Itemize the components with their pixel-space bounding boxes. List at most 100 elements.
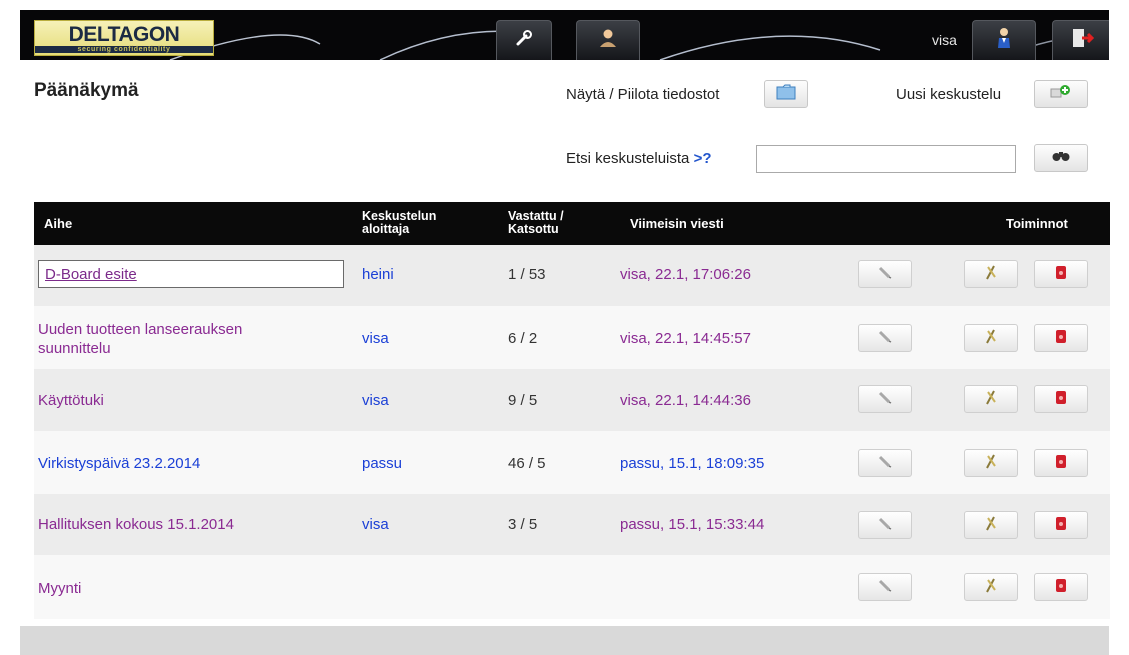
top-navigation-bar: DELTAGON securing confidentiality visa (20, 10, 1109, 60)
column-counts-line2: Katsottu (508, 222, 559, 236)
last-message-link[interactable]: visa, 22.1, 14:44:36 (620, 392, 751, 409)
topic-line1: Uuden tuotteen lanseerauksen (38, 321, 243, 338)
last-message-link[interactable]: passu, 15.1, 15:33:44 (620, 516, 764, 533)
column-counts[interactable]: Vastattu / Katsottu (508, 210, 564, 236)
file-folder-icon (776, 84, 796, 105)
last-message-link[interactable]: passu, 15.1, 18:09:35 (620, 455, 764, 472)
current-username: visa (932, 32, 957, 48)
tools-icon (983, 263, 999, 286)
search-button[interactable] (1034, 144, 1088, 172)
pencil-icon (877, 577, 893, 598)
pencil-icon (877, 515, 893, 536)
reply-view-count: 3 / 5 (508, 516, 538, 533)
reply-view-count: 6 / 2 (508, 330, 538, 347)
search-help-link[interactable]: >? (694, 150, 712, 167)
table-row: Uuden tuotteen lanseerauksen suunnittelu… (34, 306, 1110, 369)
topic-link[interactable]: Käyttötuki (38, 391, 104, 410)
pencil-icon (877, 389, 893, 410)
column-starter-line2: aloittaja (362, 222, 410, 236)
pencil-icon (877, 264, 893, 285)
reply-view-count: 46 / 5 (508, 455, 546, 472)
page-title: Päänäkymä (34, 80, 139, 101)
starter-link[interactable]: visa (362, 392, 389, 409)
delete-button[interactable] (1034, 449, 1088, 477)
trash-icon (1055, 389, 1067, 410)
logo-tagline: securing confidentiality (35, 46, 213, 53)
trash-icon (1055, 577, 1067, 598)
column-last-message[interactable]: Viimeisin viesti (630, 217, 724, 230)
user-profile-icon (994, 26, 1014, 55)
starter-link[interactable]: visa (362, 330, 389, 347)
table-row: D-Board esite heini 1 / 53 visa, 22.1, 1… (34, 245, 1110, 306)
tools-icon (983, 514, 999, 537)
edit-button[interactable] (858, 260, 912, 288)
settings-button[interactable] (964, 449, 1018, 477)
edit-button[interactable] (858, 385, 912, 413)
last-message-link[interactable]: visa, 22.1, 17:06:26 (620, 266, 751, 283)
starter-link[interactable]: passu (362, 455, 402, 472)
edit-button[interactable] (858, 324, 912, 352)
table-row: Virkistyspäivä 23.2.2014 passu 46 / 5 pa… (34, 431, 1110, 494)
settings-button[interactable] (964, 511, 1018, 539)
reply-view-count: 9 / 5 (508, 392, 538, 409)
add-discussion-icon (1050, 84, 1072, 105)
delete-button[interactable] (1034, 511, 1088, 539)
toggle-files-label: Näytä / Piilota tiedostot (566, 86, 720, 103)
trash-icon (1055, 264, 1067, 285)
tools-icon (983, 576, 999, 599)
discussion-table-header: Aihe Keskustelun aloittaja Vastattu / Ka… (34, 202, 1110, 245)
delete-button[interactable] (1034, 385, 1088, 413)
tools-tab[interactable] (496, 20, 552, 60)
delete-button[interactable] (1034, 260, 1088, 288)
settings-button[interactable] (964, 260, 1018, 288)
table-row: Hallituksen kokous 15.1.2014 visa 3 / 5 … (34, 494, 1110, 555)
tools-icon (983, 452, 999, 475)
trash-icon (1055, 453, 1067, 474)
wrench-icon (514, 28, 534, 53)
footer-bar (20, 626, 1109, 655)
deltagon-logo[interactable]: DELTAGON securing confidentiality (34, 20, 214, 56)
reply-view-count: 1 / 53 (508, 266, 546, 283)
logout-tab[interactable] (1052, 20, 1109, 60)
starter-link[interactable]: visa (362, 516, 389, 533)
table-row: Käyttötuki visa 9 / 5 visa, 22.1, 14:44:… (34, 369, 1110, 431)
trash-icon (1055, 328, 1067, 349)
delete-button[interactable] (1034, 573, 1088, 601)
person-icon (597, 27, 619, 54)
last-message-link[interactable]: visa, 22.1, 14:45:57 (620, 330, 751, 347)
tools-icon (983, 327, 999, 350)
pencil-icon (877, 453, 893, 474)
topic-link[interactable]: Virkistyspäivä 23.2.2014 (38, 454, 200, 473)
edit-button[interactable] (858, 511, 912, 539)
column-topic[interactable]: Aihe (44, 217, 72, 230)
pencil-icon (877, 328, 893, 349)
column-starter[interactable]: Keskustelun aloittaja (362, 210, 436, 236)
binoculars-icon (1052, 149, 1070, 167)
delete-button[interactable] (1034, 324, 1088, 352)
search-input[interactable] (756, 145, 1016, 173)
topic-link[interactable]: Myynti (38, 579, 81, 598)
topic-link[interactable]: Uuden tuotteen lanseerauksen suunnittelu (38, 320, 242, 358)
starter-link[interactable]: heini (362, 266, 394, 283)
topic-link[interactable]: Hallituksen kokous 15.1.2014 (38, 515, 234, 534)
contacts-tab[interactable] (576, 20, 640, 60)
edit-button[interactable] (858, 573, 912, 601)
search-label: Etsi keskusteluista >? (566, 150, 712, 167)
profile-tab[interactable] (972, 20, 1036, 60)
tools-icon (983, 388, 999, 411)
trash-icon (1055, 515, 1067, 536)
settings-button[interactable] (964, 385, 1018, 413)
logout-door-icon (1070, 27, 1095, 54)
new-discussion-button[interactable] (1034, 80, 1088, 108)
topic-line2: suunnittelu (38, 340, 111, 357)
settings-button[interactable] (964, 324, 1018, 352)
logo-text: DELTAGON (68, 23, 180, 46)
column-actions: Toiminnot (1006, 216, 1068, 231)
topic-link[interactable]: D-Board esite (38, 260, 344, 288)
settings-button[interactable] (964, 573, 1018, 601)
table-row: Myynti (34, 555, 1110, 619)
edit-button[interactable] (858, 449, 912, 477)
new-discussion-label: Uusi keskustelu (896, 86, 1002, 103)
search-label-text: Etsi keskusteluista (566, 150, 690, 167)
toggle-files-button[interactable] (764, 80, 808, 108)
